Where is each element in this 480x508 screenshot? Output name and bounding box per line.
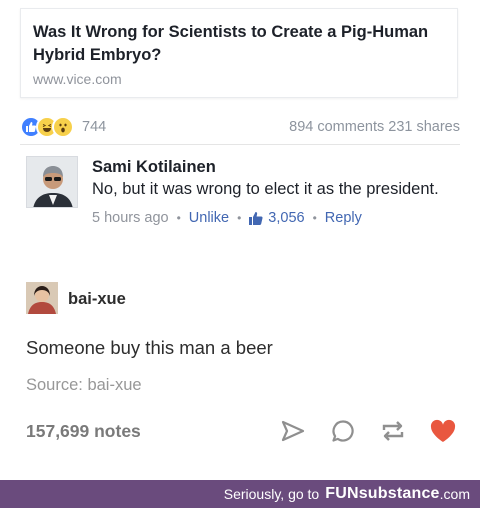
watermark-prefix: Seriously, go to: [223, 486, 320, 502]
reactions-row: 744 894 comments 231 shares: [20, 114, 460, 140]
comment-time[interactable]: 5 hours ago: [92, 210, 169, 226]
link-domain: www.vice.com: [33, 71, 122, 87]
unlike-button[interactable]: Unlike: [189, 210, 229, 226]
avatar[interactable]: [26, 156, 78, 208]
heart-icon[interactable]: [430, 418, 456, 444]
post-footer: 157,699 notes: [26, 416, 456, 446]
wow-icon: [52, 116, 74, 138]
link-preview-card[interactable]: Was It Wrong for Scientists to Create a …: [20, 8, 458, 98]
comment: Sami Kotilainen No, but it was wrong to …: [22, 152, 462, 256]
notes-count[interactable]: 157,699 notes: [26, 421, 141, 442]
watermark-bar: Seriously, go to FUNsubstance .com: [0, 480, 480, 508]
comments-shares-stats[interactable]: 894 comments 231 shares: [289, 119, 460, 135]
separator-dot: •: [237, 211, 242, 225]
thumbs-up-icon: [249, 211, 263, 225]
comment-like-count[interactable]: 3,056: [249, 210, 305, 226]
separator-dot: •: [312, 211, 317, 225]
like-count-value: 3,056: [268, 210, 305, 226]
tumblr-post: bai-xue Someone buy this man a beer Sour…: [22, 276, 462, 476]
comment-actions: 5 hours ago • Unlike • 3,056 • Reply: [92, 210, 452, 226]
post-actions: [280, 418, 456, 444]
tumblr-username[interactable]: bai-xue: [68, 290, 126, 309]
comment-author[interactable]: Sami Kotilainen: [92, 158, 452, 177]
reply-button[interactable]: Reply: [325, 210, 362, 226]
divider: [20, 144, 460, 145]
watermark-brand: FUNsubstance: [325, 485, 440, 502]
reaction-count[interactable]: 744: [82, 119, 106, 135]
comment-body: Sami Kotilainen No, but it was wrong to …: [92, 158, 452, 226]
post-source[interactable]: Source: bai-xue: [26, 376, 142, 395]
share-icon[interactable]: [280, 418, 306, 444]
reaction-icons[interactable]: [20, 116, 74, 138]
comment-icon[interactable]: [330, 418, 356, 444]
watermark-suffix: .com: [439, 486, 470, 502]
comment-text: No, but it was wrong to elect it as the …: [92, 180, 439, 198]
avatar[interactable]: [26, 282, 58, 314]
post-text: Someone buy this man a beer: [26, 337, 273, 358]
reblog-icon[interactable]: [380, 418, 406, 444]
separator-dot: •: [176, 211, 181, 225]
link-title[interactable]: Was It Wrong for Scientists to Create a …: [33, 21, 445, 67]
